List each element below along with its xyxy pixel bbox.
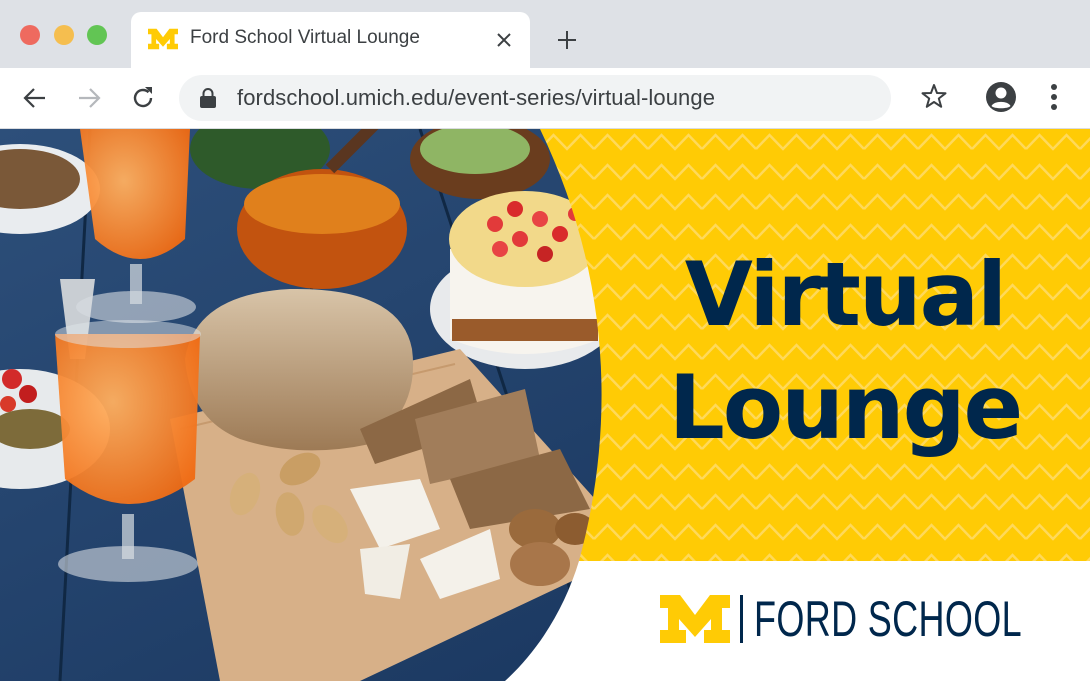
close-icon[interactable] <box>494 30 514 50</box>
hero-title-line-1: Virtual <box>684 243 1007 346</box>
hero-title-line-2: Lounge <box>668 355 1024 459</box>
browser-toolbar: fordschool.umich.edu/event-series/virtua… <box>0 68 1090 129</box>
star-icon[interactable] <box>920 82 948 110</box>
block-m-logo <box>660 595 730 643</box>
hero-title: Virtual Lounge <box>600 239 1090 464</box>
url-text[interactable]: fordschool.umich.edu/event-series/virtua… <box>237 85 715 111</box>
back-arrow-icon[interactable] <box>21 84 49 112</box>
browser-titlebar: Ford School Virtual Lounge <box>0 0 1090 68</box>
page-content: Virtual Lounge FORD SCHOOL <box>0 129 1090 681</box>
window-minimize-button[interactable] <box>54 25 74 45</box>
window-close-button[interactable] <box>20 25 40 45</box>
forward-arrow-icon[interactable] <box>75 84 103 112</box>
logo-divider <box>740 595 743 643</box>
ford-school-logo[interactable]: FORD SCHOOL <box>660 593 1022 645</box>
lock-icon <box>200 88 216 108</box>
plus-icon[interactable] <box>555 28 579 52</box>
reload-icon[interactable] <box>129 84 157 112</box>
more-vertical-icon[interactable] <box>1043 82 1065 112</box>
browser-tab[interactable]: Ford School Virtual Lounge <box>131 12 530 68</box>
account-circle-icon[interactable] <box>985 81 1017 113</box>
block-m-favicon <box>148 28 178 50</box>
logo-text: FORD SCHOOL <box>754 591 1022 647</box>
address-bar[interactable]: fordschool.umich.edu/event-series/virtua… <box>179 75 891 121</box>
tab-title: Ford School Virtual Lounge <box>190 27 420 48</box>
window-maximize-button[interactable] <box>87 25 107 45</box>
